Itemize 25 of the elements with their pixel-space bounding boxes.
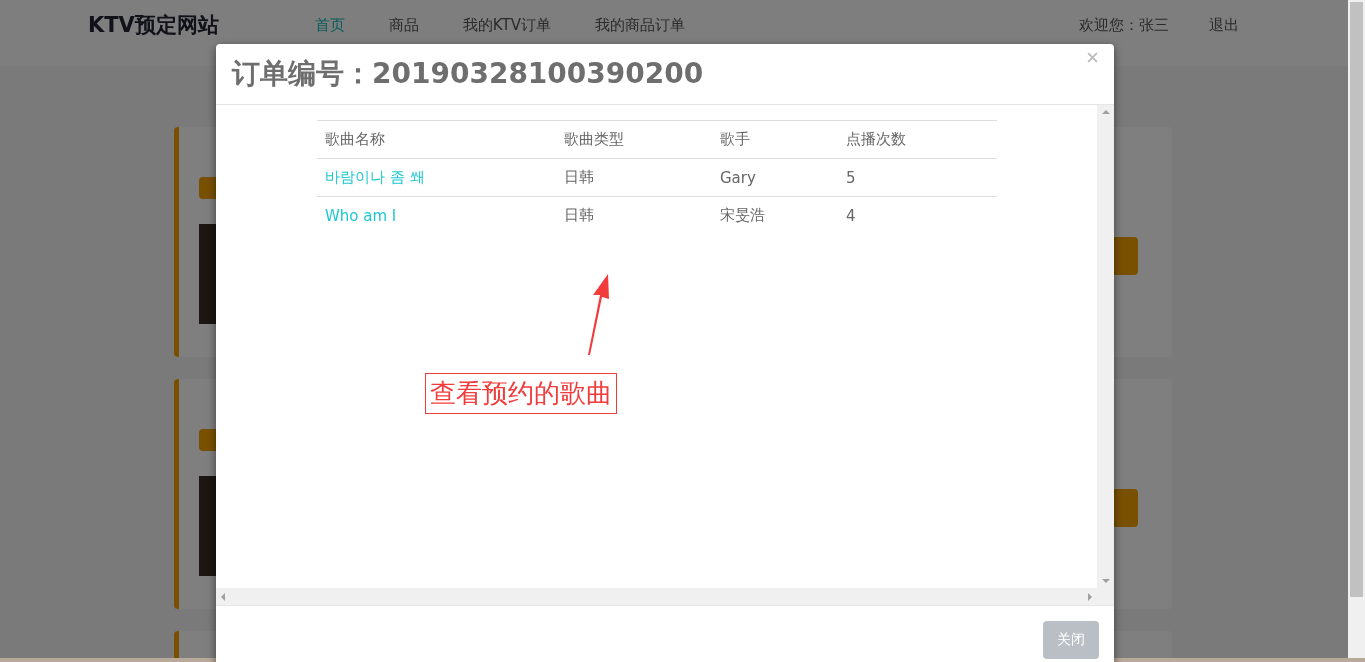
table-cell: 4 bbox=[838, 196, 997, 234]
column-header: 歌手 bbox=[712, 120, 838, 159]
dialog-title: 订单编号：20190328100390200 bbox=[232, 56, 704, 92]
nav-link[interactable]: 我的商品订单 bbox=[594, 15, 685, 35]
nav-link[interactable]: 首页 bbox=[314, 15, 345, 35]
dialog-vertical-scrollbar[interactable] bbox=[1097, 105, 1114, 588]
column-header: 点播次数 bbox=[838, 120, 997, 159]
site-logo[interactable]: KTV预定网站 bbox=[88, 11, 219, 39]
close-button[interactable]: 关闭 bbox=[1043, 621, 1099, 659]
column-header: 歌曲类型 bbox=[556, 120, 712, 159]
dialog-horizontal-scrollbar[interactable] bbox=[216, 588, 1114, 605]
song-link[interactable]: 바람이나 좀 쐐 bbox=[317, 158, 556, 197]
welcome-text: 欢迎您：张三 bbox=[1079, 15, 1169, 35]
table-cell: 日韩 bbox=[556, 196, 712, 234]
nav-link[interactable]: 我的KTV订单 bbox=[462, 15, 551, 35]
logout-link[interactable]: 退出 bbox=[1209, 15, 1239, 35]
nav-link[interactable]: 商品 bbox=[388, 15, 419, 35]
table-cell: 5 bbox=[838, 158, 997, 197]
table-cell: Gary bbox=[712, 158, 838, 197]
column-header: 歌曲名称 bbox=[317, 120, 556, 159]
table-cell: 宋旻浩 bbox=[712, 196, 838, 234]
table-cell: 日韩 bbox=[556, 158, 712, 197]
close-icon[interactable] bbox=[1087, 52, 1098, 63]
song-link[interactable]: Who am I bbox=[317, 196, 556, 234]
annotation-label: 查看预约的歌曲 bbox=[425, 373, 617, 414]
